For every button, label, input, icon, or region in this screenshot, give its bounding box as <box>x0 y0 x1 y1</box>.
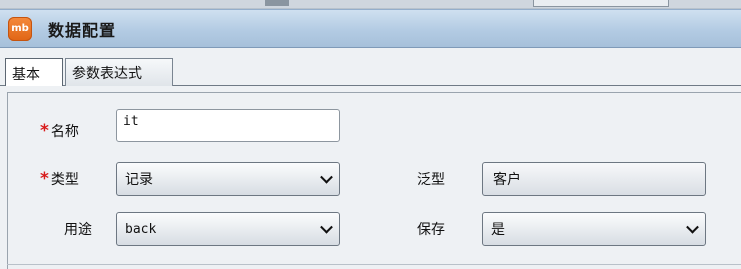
usage-select[interactable]: back <box>116 212 340 246</box>
chevron-down-icon <box>320 220 333 234</box>
generic-field-value: 客户 <box>493 172 521 188</box>
generic-field[interactable]: 客户 <box>482 162 706 196</box>
save-label: 保存 <box>417 222 445 238</box>
background-window-strip <box>0 0 741 9</box>
basic-panel: * 名称 it * 类型 记录 泛型 客户 用途 back 保存 是 <box>0 86 741 269</box>
save-select[interactable]: 是 <box>482 212 706 246</box>
tab-strip: 基本 参数表达式 <box>0 48 741 88</box>
name-label-text: 名称 <box>50 124 79 140</box>
tab-param-expression[interactable]: 参数表达式 <box>65 58 173 87</box>
type-select-value: 记录 <box>125 172 153 188</box>
type-label: * 类型 <box>40 167 79 191</box>
usage-select-value: back <box>125 221 157 237</box>
chevron-down-icon <box>686 220 699 234</box>
name-input[interactable]: it <box>116 109 340 142</box>
name-input-value: it <box>123 114 139 129</box>
tab-param-expression-label: 参数表达式 <box>72 66 142 82</box>
tab-basic-label: 基本 <box>12 66 40 83</box>
required-marker: * <box>40 121 49 141</box>
type-select[interactable]: 记录 <box>116 162 340 196</box>
dialog-titlebar[interactable]: mb 数据配置 <box>0 9 741 48</box>
background-window-control <box>265 0 289 6</box>
required-marker: * <box>40 169 49 189</box>
tab-basic[interactable]: 基本 <box>5 58 63 88</box>
divider <box>7 264 741 265</box>
name-label: * 名称 <box>40 119 79 143</box>
app-logo-icon: mb <box>8 16 32 41</box>
dialog-title: 数据配置 <box>48 20 117 40</box>
save-select-value: 是 <box>491 222 505 238</box>
chevron-down-icon <box>320 170 333 184</box>
background-window-control <box>533 0 669 7</box>
type-label-text: 类型 <box>50 172 79 188</box>
app-logo-text: mb <box>11 23 29 34</box>
usage-label: 用途 <box>64 222 92 238</box>
generic-label: 泛型 <box>417 172 445 188</box>
